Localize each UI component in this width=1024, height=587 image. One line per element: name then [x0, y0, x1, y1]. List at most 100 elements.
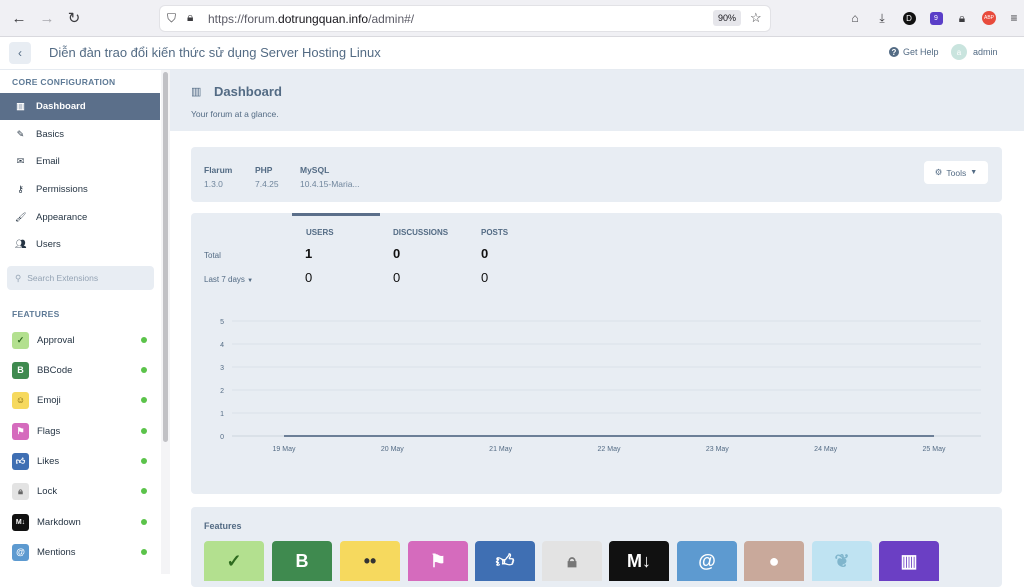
extension-tile-likes[interactable]: 👍︎ — [475, 541, 535, 581]
extension-tile-statistics[interactable]: ▥ — [879, 541, 939, 581]
extension-tile-lock[interactable]: 🔒︎ — [542, 541, 602, 581]
sidebar-scrollbar[interactable] — [161, 70, 170, 574]
question-icon: ? — [889, 47, 899, 57]
enabled-status-dot — [141, 519, 147, 525]
markdown-icon: M↓ — [12, 513, 29, 531]
chart-x-tick-label: 25 May — [923, 446, 946, 453]
thumbs-up-icon: 👍︎ — [12, 452, 29, 470]
extension-tile-bbcode[interactable]: B — [272, 541, 332, 581]
enabled-status-dot — [141, 549, 147, 555]
chart-x-tick-label: 20 May — [381, 446, 404, 453]
zoom-level[interactable]: 90% — [713, 10, 742, 26]
chart-y-tick-label: 4 — [220, 342, 224, 349]
gear-icon: ⚙ — [934, 167, 943, 177]
chart-y-tick-label: 5 — [220, 319, 224, 326]
star-icon[interactable]: ☆ — [750, 10, 762, 26]
caret-down-icon: ▼ — [970, 169, 978, 176]
enabled-status-dot — [141, 367, 147, 373]
sidebar-extension-likes[interactable]: 👍︎ Likes — [0, 446, 160, 476]
padlock-extension-icon[interactable]: 🔒︎ — [953, 9, 971, 27]
features-title: Features — [204, 521, 242, 531]
sidebar-extension-emoji[interactable]: ☺ Emoji — [0, 385, 160, 415]
lock-icon[interactable]: 🔒︎ — [187, 10, 193, 25]
enabled-status-dot — [141, 458, 147, 464]
menu-icon[interactable]: ≡ — [1005, 9, 1023, 27]
sidebar-item-appearance[interactable]: 🖌︎ Appearance — [0, 204, 160, 231]
forum-title: Diễn đàn trao đổi kiến thức sử dụng Serv… — [49, 45, 381, 60]
search-extensions-input[interactable]: ⚲ Search Extensions — [7, 266, 154, 290]
enabled-status-dot — [141, 337, 147, 343]
enabled-status-dot — [141, 397, 147, 403]
users-icon: 👥︎ — [15, 239, 27, 249]
extension-d-icon[interactable]: D — [900, 9, 918, 27]
sidebar-extension-bbcode[interactable]: B BBCode — [0, 355, 160, 385]
chart-x-tick-label: 19 May — [273, 446, 296, 453]
flag-icon: ⚑ — [12, 422, 29, 440]
adblock-icon[interactable]: ABP — [980, 9, 998, 27]
sidebar-extension-markdown[interactable]: M↓ Markdown — [0, 507, 160, 537]
reload-icon[interactable]: ↻ — [63, 7, 85, 29]
forward-arrow-icon[interactable]: → — [36, 7, 58, 29]
extension-tile-emoji[interactable]: •• — [340, 541, 400, 581]
chart-x-tick-label: 24 May — [814, 446, 837, 453]
version-flarum: Flarum 1.3.0 — [204, 165, 233, 189]
chart-y-tick-label: 1 — [220, 411, 224, 418]
avatar: a — [951, 44, 967, 60]
bbcode-icon: B — [12, 361, 29, 379]
core-configuration-heading: CORE CONFIGURATION — [12, 77, 116, 87]
chart-x-tick-label: 22 May — [598, 446, 621, 453]
extension-tile-nicknames[interactable]: ● — [744, 541, 804, 581]
scrollbar-thumb[interactable] — [163, 72, 168, 442]
shield-icon[interactable]: ⛉ — [167, 11, 176, 26]
chevron-left-icon[interactable]: ‹ — [9, 42, 31, 64]
sidebar-item-dashboard[interactable]: ▥ Dashboard — [0, 93, 160, 120]
enabled-status-dot — [141, 488, 147, 494]
version-mysql: MySQL 10.4.15-Maria... — [300, 165, 360, 189]
enabled-status-dot — [141, 428, 147, 434]
envelope-icon: ✉ — [16, 156, 25, 166]
user-menu[interactable]: a admin — [951, 44, 998, 60]
sidebar-item-users[interactable]: 👥︎ Users — [0, 231, 160, 258]
url-text[interactable]: https://forum.dotrungquan.info/admin#/ — [208, 12, 414, 26]
tools-dropdown-button[interactable]: ⚙ Tools ▼ — [924, 161, 988, 184]
key-icon: ⚷ — [17, 184, 24, 194]
sidebar-item-permissions[interactable]: ⚷ Permissions — [0, 176, 160, 203]
at-sign-icon: @ — [12, 543, 29, 561]
sidebar-extension-flags[interactable]: ⚑ Flags — [0, 416, 160, 446]
sidebar-extension-lock[interactable]: 🔒︎ Lock — [0, 476, 160, 506]
paintbrush-icon: 🖌︎ — [15, 212, 27, 222]
sidebar-item-basics[interactable]: ✎ Basics — [0, 121, 160, 148]
lock-icon: 🔒︎ — [12, 482, 29, 500]
pocket-icon[interactable]: ⌂ — [846, 9, 864, 27]
emoji-icon: ☺ — [12, 391, 29, 409]
status-widget: Flarum 1.3.0 PHP 7.4.25 MySQL 10.4.15-Ma… — [191, 147, 1002, 202]
sidebar: CORE CONFIGURATION ▥ Dashboard ✎ Basics … — [0, 70, 160, 574]
address-bar[interactable]: ⛉ 🔒︎ https://forum.dotrungquan.info/admi… — [160, 6, 770, 31]
extension-tile-flags[interactable]: ⚑ — [408, 541, 468, 581]
chart-x-tick-label: 23 May — [706, 446, 729, 453]
extension-badge-icon[interactable]: 9 — [927, 9, 945, 27]
sidebar-extension-approval[interactable]: ✓ Approval — [0, 325, 160, 355]
extension-tile-markdown[interactable]: M↓ — [609, 541, 669, 581]
chart-y-tick-label: 0 — [220, 434, 224, 441]
search-icon: ⚲ — [15, 272, 22, 283]
version-php: PHP 7.4.25 — [255, 165, 279, 189]
sidebar-item-email[interactable]: ✉ Email — [0, 148, 160, 175]
get-help-link[interactable]: ? Get Help — [889, 47, 939, 57]
extension-tile-approval[interactable]: ✓ — [204, 541, 264, 581]
admin-header: ‹ Diễn đàn trao đổi kiến thức sử dụng Se… — [0, 37, 1024, 70]
extension-tile-mentions[interactable]: @ — [677, 541, 737, 581]
download-icon[interactable]: ⤓ — [873, 9, 891, 27]
page-title: Dashboard — [214, 84, 282, 99]
page-subtitle: Your forum at a glance. — [191, 109, 279, 119]
chart-x-tick-label: 21 May — [489, 446, 512, 453]
chart-icon: ▥ — [16, 101, 25, 111]
chart-icon: ▥ — [191, 86, 202, 98]
statistics-widget: USERS DISCUSSIONS POSTS Total 1 0 0 Last… — [191, 213, 1002, 494]
statistics-chart: 5 4 3 2 1 0 19 May 20 May 21 May 22 May 23 May 24 M… — [220, 319, 981, 453]
back-arrow-icon[interactable]: ← — [8, 7, 30, 29]
extension-tile-pusher[interactable]: ❦ — [812, 541, 872, 581]
sidebar-extension-mentions[interactable]: @ Mentions — [0, 537, 160, 567]
main-content: ▥ Dashboard Your forum at a glance. Flar… — [170, 70, 1024, 587]
extensions-widget: Features ✓ B •• ⚑ 👍︎ 🔒︎ M↓ @ ● ❦ ▥ — [191, 507, 1002, 587]
